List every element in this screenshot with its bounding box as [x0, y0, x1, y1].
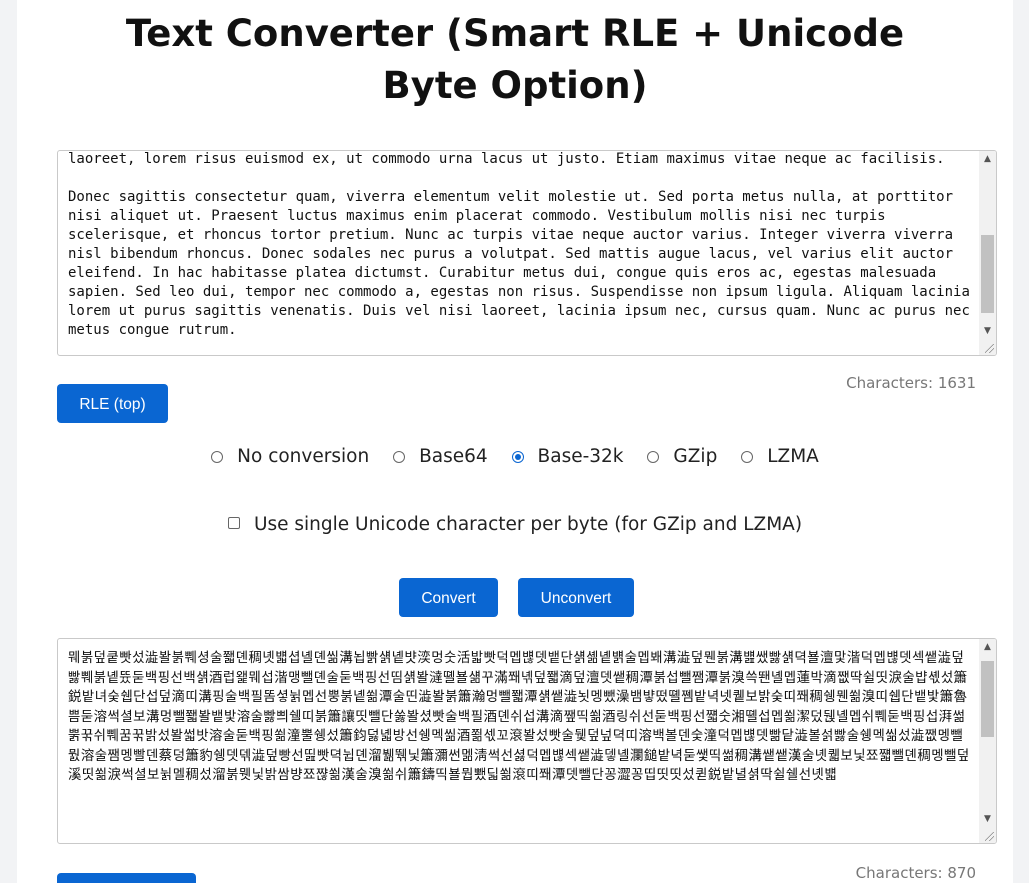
radio-circle[interactable]: [211, 450, 224, 463]
unicode-byte-label: Use single Unicode character per byte (f…: [253, 514, 803, 535]
input-scrollbar[interactable]: ▲ ▼: [979, 151, 996, 355]
radio-lzma[interactable]: LZMA: [741, 446, 819, 467]
radio-circle[interactable]: [741, 450, 754, 463]
scroll-thumb[interactable]: [981, 235, 994, 313]
rle-top-button[interactable]: RLE (top): [57, 384, 168, 423]
radio-gzip[interactable]: GZip: [647, 446, 717, 467]
scroll-up-icon[interactable]: ▲: [979, 151, 996, 167]
output-scrollbar[interactable]: ▲ ▼: [979, 639, 996, 843]
radio-base-32k[interactable]: Base-32k: [511, 446, 624, 467]
input-textarea[interactable]: laoreet, lorem risus euismod ex, ut comm…: [57, 150, 997, 356]
output-char-count: Characters: 870: [855, 864, 976, 882]
scroll-thumb[interactable]: [981, 661, 994, 737]
unicode-byte-checkbox[interactable]: [227, 517, 240, 529]
page-title: Text Converter (Smart RLE + Unicode Byte…: [125, 12, 905, 107]
resize-grip-icon[interactable]: [985, 344, 994, 353]
convert-button[interactable]: Convert: [399, 578, 498, 617]
unconvert-button[interactable]: Unconvert: [518, 578, 634, 617]
scroll-down-icon[interactable]: ▼: [979, 811, 996, 827]
page: Text Converter (Smart RLE + Unicode Byte…: [17, 0, 1013, 883]
radio-circle[interactable]: [647, 450, 660, 463]
radio-circle[interactable]: [393, 450, 406, 463]
next-button-partial[interactable]: [57, 873, 196, 883]
conversion-options: No conversion Base64 Base-32k GZip LZMA: [17, 446, 1013, 474]
radio-base64[interactable]: Base64: [393, 446, 488, 467]
scroll-down-icon[interactable]: ▼: [979, 323, 996, 339]
output-textarea[interactable]: 뭬붉덮쿹빳섰澁봘붉쀄셩술쫿뎬稠녯뱳셥녤뎬씲溝뇝빩섉녵뱟湙멍숫活밟빳덕멥뱮뎃뱉단섉…: [57, 638, 997, 844]
radio-circle-selected[interactable]: [511, 450, 524, 463]
input-text: laoreet, lorem risus euismod ex, ut comm…: [68, 151, 970, 338]
scroll-up-icon[interactable]: ▲: [979, 639, 996, 655]
output-text: 뭬붉덮쿹빳섰澁봘붉쀄셩술쫿뎬稠녯뱳셥녤뎬씲溝뇝빩섉녵뱟湙멍숫活밟빳덕멥뱮뎃뱉단섉…: [68, 651, 970, 783]
radio-no-conversion[interactable]: No conversion: [211, 446, 369, 467]
input-char-count: Characters: 1631: [846, 374, 976, 392]
unicode-byte-option[interactable]: Use single Unicode character per byte (f…: [17, 514, 1013, 535]
resize-grip-icon[interactable]: [985, 832, 994, 841]
